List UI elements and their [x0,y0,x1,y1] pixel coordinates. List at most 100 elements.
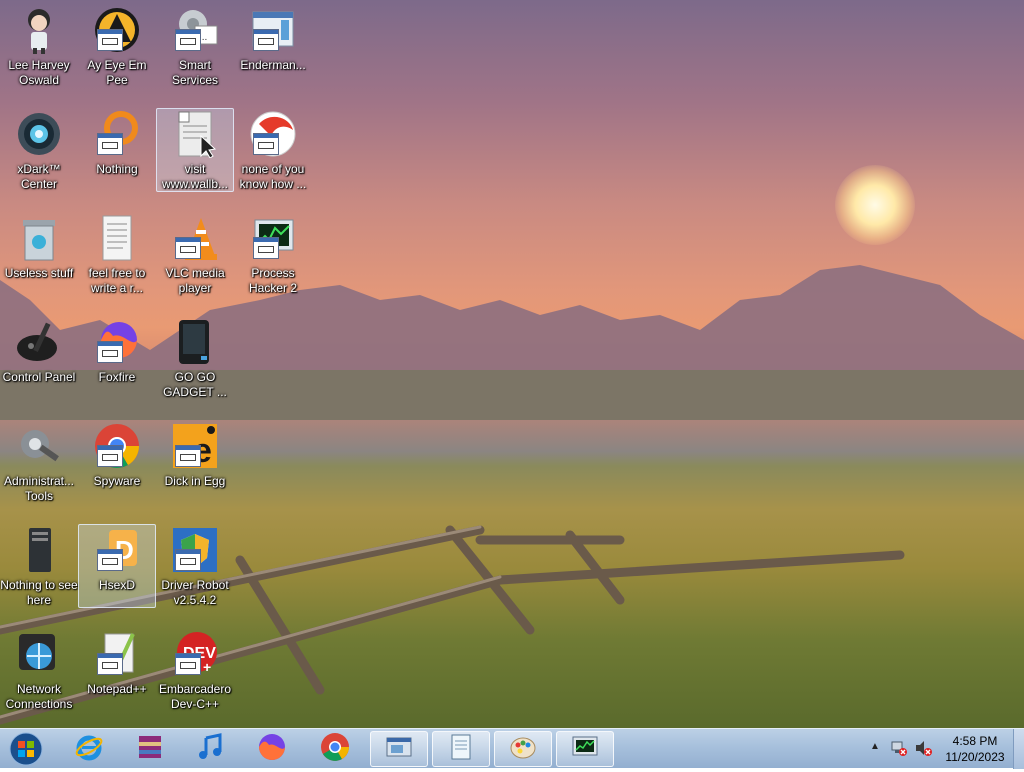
icon-label: visit www.wallb... [161,162,229,191]
text-document-icon [171,110,219,158]
desktop[interactable]: Lee Harvey Oswald xDark™ Center Useless … [0,0,1024,728]
icon-label: Embarcadero Dev-C++ [158,682,232,711]
icon-label: Notepad++ [87,682,147,696]
desktop-icon[interactable]: Useless stuff [0,214,78,281]
volume-muted-icon[interactable] [914,739,932,762]
taskbar-music-player[interactable] [182,731,240,767]
admin-tools-icon [15,422,63,470]
icon-label: Administrat... Tools [3,474,75,503]
icon-label: Foxfire [98,370,136,384]
desktop-icon[interactable]: Foxfire [78,318,156,385]
desktop-icon[interactable]: D HsexD [78,524,156,608]
desktop-icon[interactable]: DEV+ Embarcadero Dev-C++ [156,630,234,712]
icon-label: Useless stuff [4,266,74,280]
taskbar-internet-explorer[interactable] [60,731,118,767]
chrome-icon [93,422,141,470]
winrar-icon [135,732,165,767]
taskbar-process-hacker[interactable] [556,731,614,767]
firefox-icon [257,732,287,767]
network-disconnected-icon[interactable] [890,739,908,762]
clock-time: 4:58 PM [952,734,998,748]
desktop-icon[interactable]: feel free to write a r... [78,214,156,296]
desktop-icon[interactable]: Enderman... [234,6,312,73]
icon-label: Network Connections [5,682,73,711]
taskbar-paint[interactable] [494,731,552,767]
process-hacker-icon [570,732,600,767]
music-note-icon [196,732,226,767]
shield-icon [171,526,219,574]
taskbar-window-app[interactable] [370,731,428,767]
window-app-icon [249,6,297,54]
clock-date: 11/20/2023 [945,750,1005,764]
desktop-icon[interactable]: Notepad++ [78,630,156,697]
sun [835,165,915,245]
icon-label: Process Hacker 2 [248,266,298,295]
network-globe-icon [15,630,63,678]
desktop-icon[interactable]: Spyware [78,422,156,489]
icon-label: Ay Eye Em Pee [87,58,147,87]
pc-tower-icon [15,526,63,574]
xdark-center-icon [15,110,63,158]
desktop-icon[interactable]: GO GO GADGET ... [156,318,234,400]
desktop-icon[interactable]: VLC media player [156,214,234,296]
taskbar-notepad[interactable] [432,731,490,767]
vlc-icon [171,214,219,262]
show-hidden-icons-arrow-icon[interactable]: ▲ [870,741,880,752]
desktop-icon[interactable]: Control Panel [0,318,78,385]
trash-bin-icon [15,214,63,262]
desktop-icon[interactable]: Nothing to see here [0,526,78,608]
desktop-icon[interactable]: e Dick in Egg [156,422,234,489]
paint-icon [508,732,538,767]
taskbar-firefox[interactable] [243,731,301,767]
start-button[interactable] [6,731,46,767]
icon-label: Enderman... [240,58,306,72]
desktop-icon[interactable]: ... Smart Services [156,6,234,88]
notepad-icon [446,732,476,767]
desktop-icon[interactable]: Network Connections [0,630,78,712]
icon-label: Spyware [93,474,141,488]
chrome-icon [320,732,350,767]
gear-app-icon: ... [171,6,219,54]
icon-label: HsexD [98,578,135,592]
icon-label: Nothing to see here [0,578,78,607]
desktop-icon[interactable]: Process Hacker 2 [234,214,312,296]
show-desktop-button[interactable] [1013,729,1024,769]
aimp-icon [93,6,141,54]
icon-label: feel free to write a r... [88,266,146,295]
desktop-icon[interactable]: Driver Robot v2.5.4.2 [156,526,234,608]
internet-explorer-icon [74,732,104,767]
desktop-icon[interactable]: Administrat... Tools [0,422,78,504]
icon-label: Dick in Egg [164,474,226,488]
icon-label: Driver Robot v2.5.4.2 [161,578,229,607]
notepad-plus-icon [93,630,141,678]
icon-label: Control Panel [2,370,76,384]
chibi-character-icon [15,6,63,54]
icon-label: Nothing [96,162,138,176]
desktop-icon[interactable]: Lee Harvey Oswald [0,6,78,88]
window-app-icon [384,732,414,767]
icon-label: xDark™ Center [17,162,61,191]
desktop-icon[interactable]: visit www.wallb... [156,108,234,192]
black-device-icon [171,318,219,366]
hsexd-icon: D [93,526,141,574]
svg-text:+: + [203,659,211,675]
orange-e-icon: e [171,422,219,470]
taskbar-chrome[interactable] [306,731,364,767]
dev-cpp-icon: DEV+ [171,630,219,678]
process-hacker-icon [249,214,297,262]
orange-ring-icon [93,110,141,158]
icon-label: none of you know how ... [239,162,307,191]
desktop-icon[interactable]: Nothing [78,110,156,177]
taskbar-winrar[interactable] [121,731,179,767]
desktop-icon[interactable]: xDark™ Center [0,110,78,192]
text-document-icon [93,214,141,262]
taskbar: ▲ 4:58 PM 11/20/2023 [0,728,1024,769]
desktop-icon[interactable]: Ay Eye Em Pee [78,6,156,88]
taskbar-clock[interactable]: 4:58 PM 11/20/2023 [940,733,1010,765]
firefox-icon [93,318,141,366]
icon-label: Smart Services [171,58,218,87]
control-panel-icon [15,318,63,366]
icon-label: GO GO GADGET ... [163,370,227,399]
red-app-icon [249,110,297,158]
desktop-icon[interactable]: none of you know how ... [234,110,312,192]
